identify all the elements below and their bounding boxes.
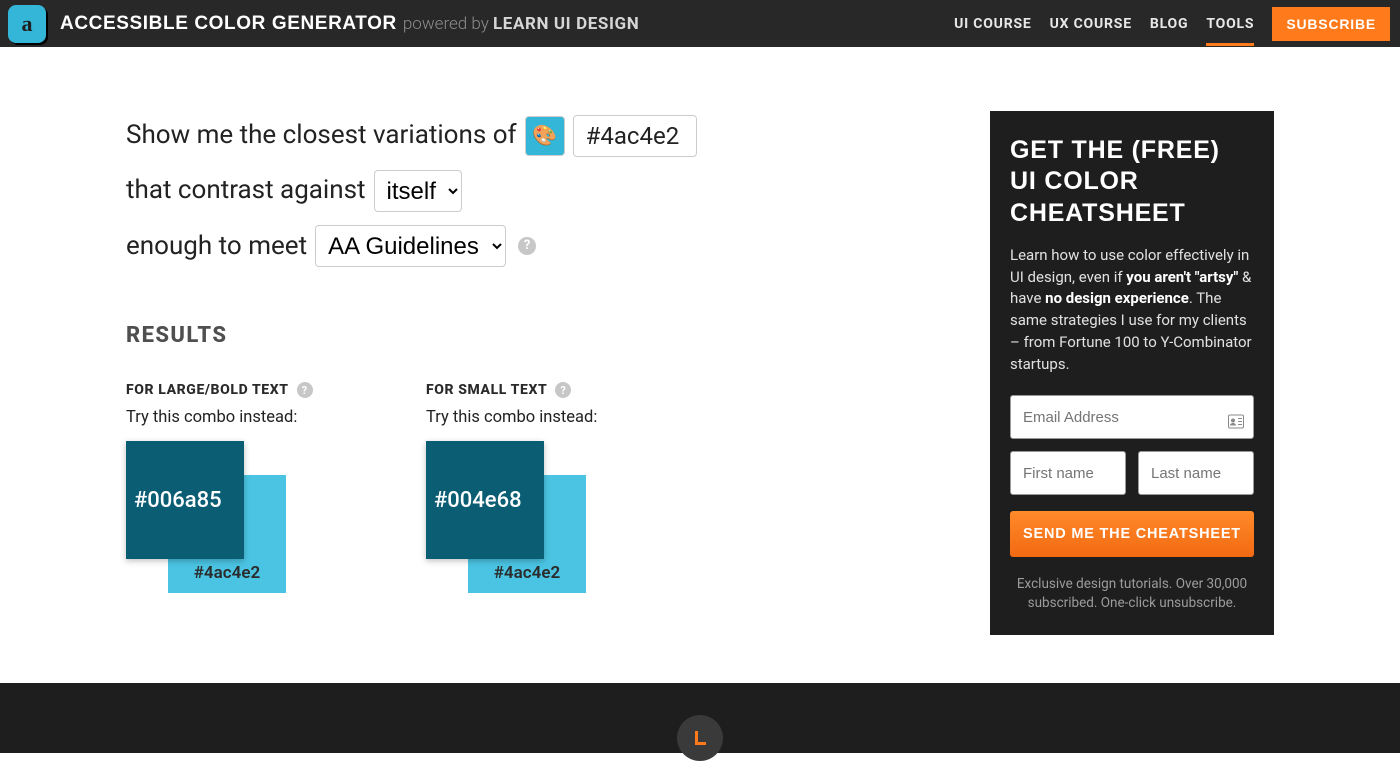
promo-footnote: Exclusive design tutorials. Over 30,000 … <box>1010 575 1254 613</box>
contrast-target-select[interactable]: itself <box>374 170 462 212</box>
subscribe-button[interactable]: SUBSCRIBE <box>1272 7 1390 41</box>
result-small-label: FOR SMALL TEXT ? <box>426 382 646 398</box>
main-content: Show me the closest variations of 🎨 that… <box>126 47 1274 683</box>
nav-blog[interactable]: BLOG <box>1150 3 1188 45</box>
result-small-text: FOR SMALL TEXT ? Try this combo instead:… <box>426 382 646 601</box>
promo-box: GET THE (FREE) UI COLOR CHEATSHEET Learn… <box>990 111 1274 635</box>
email-input-wrap <box>1010 395 1254 451</box>
nav-ux-course[interactable]: UX COURSE <box>1050 3 1132 45</box>
powered-by: powered by LEARN UI DESIGN <box>403 14 639 34</box>
results-heading: RESULTS <box>126 323 930 348</box>
swatch-front: #004e68 <box>426 441 544 559</box>
generator-column: Show me the closest variations of 🎨 that… <box>126 111 930 683</box>
sentence-line-2: that contrast against itself <box>126 166 930 215</box>
swatch-pair-small: #4ac4e2 #004e68 <box>426 441 646 601</box>
help-icon[interactable]: ? <box>297 382 313 398</box>
nav-tools[interactable]: TOOLS <box>1206 3 1254 45</box>
color-picker-button[interactable]: 🎨 <box>525 116 565 156</box>
help-icon[interactable]: ? <box>518 237 536 255</box>
top-nav: UI COURSE UX COURSE BLOG TOOLS SUBSCRIBE <box>954 3 1390 45</box>
nav-ui-course[interactable]: UI COURSE <box>954 3 1032 45</box>
try-combo-text: Try this combo instead: <box>126 408 346 427</box>
app-title: ACCESSIBLE COLOR GENERATOR <box>60 13 397 35</box>
try-combo-text: Try this combo instead: <box>426 408 646 427</box>
footer-logo-icon <box>677 715 723 761</box>
guideline-select[interactable]: AA Guidelines <box>315 225 506 267</box>
app-header: a ACCESSIBLE COLOR GENERATOR powered by … <box>0 0 1400 47</box>
help-icon[interactable]: ? <box>555 382 571 398</box>
send-cheatsheet-button[interactable]: SEND ME THE CHEATSHEET <box>1010 511 1254 557</box>
footer <box>0 683 1400 753</box>
promo-column: GET THE (FREE) UI COLOR CHEATSHEET Learn… <box>990 111 1274 683</box>
logo-letter: a <box>22 11 33 37</box>
last-name-input[interactable] <box>1138 451 1254 495</box>
sentence-line-3: enough to meet AA Guidelines ? <box>126 222 930 271</box>
promo-title: GET THE (FREE) UI COLOR CHEATSHEET <box>1010 135 1254 229</box>
first-name-input[interactable] <box>1010 451 1126 495</box>
swatch-pair-large: #4ac4e2 #006a85 <box>126 441 346 601</box>
logo-icon[interactable]: a <box>8 5 46 43</box>
contact-card-icon <box>1228 414 1244 433</box>
result-large-text: FOR LARGE/BOLD TEXT ? Try this combo ins… <box>126 382 346 601</box>
email-input[interactable] <box>1010 395 1254 439</box>
results-row: FOR LARGE/BOLD TEXT ? Try this combo ins… <box>126 382 930 601</box>
palette-icon: 🎨 <box>532 123 557 148</box>
sentence-line-1: Show me the closest variations of 🎨 <box>126 111 930 160</box>
promo-body: Learn how to use color effectively in UI… <box>1010 245 1254 376</box>
result-large-label: FOR LARGE/BOLD TEXT ? <box>126 382 346 398</box>
swatch-front: #006a85 <box>126 441 244 559</box>
color-hex-input[interactable] <box>573 115 697 157</box>
